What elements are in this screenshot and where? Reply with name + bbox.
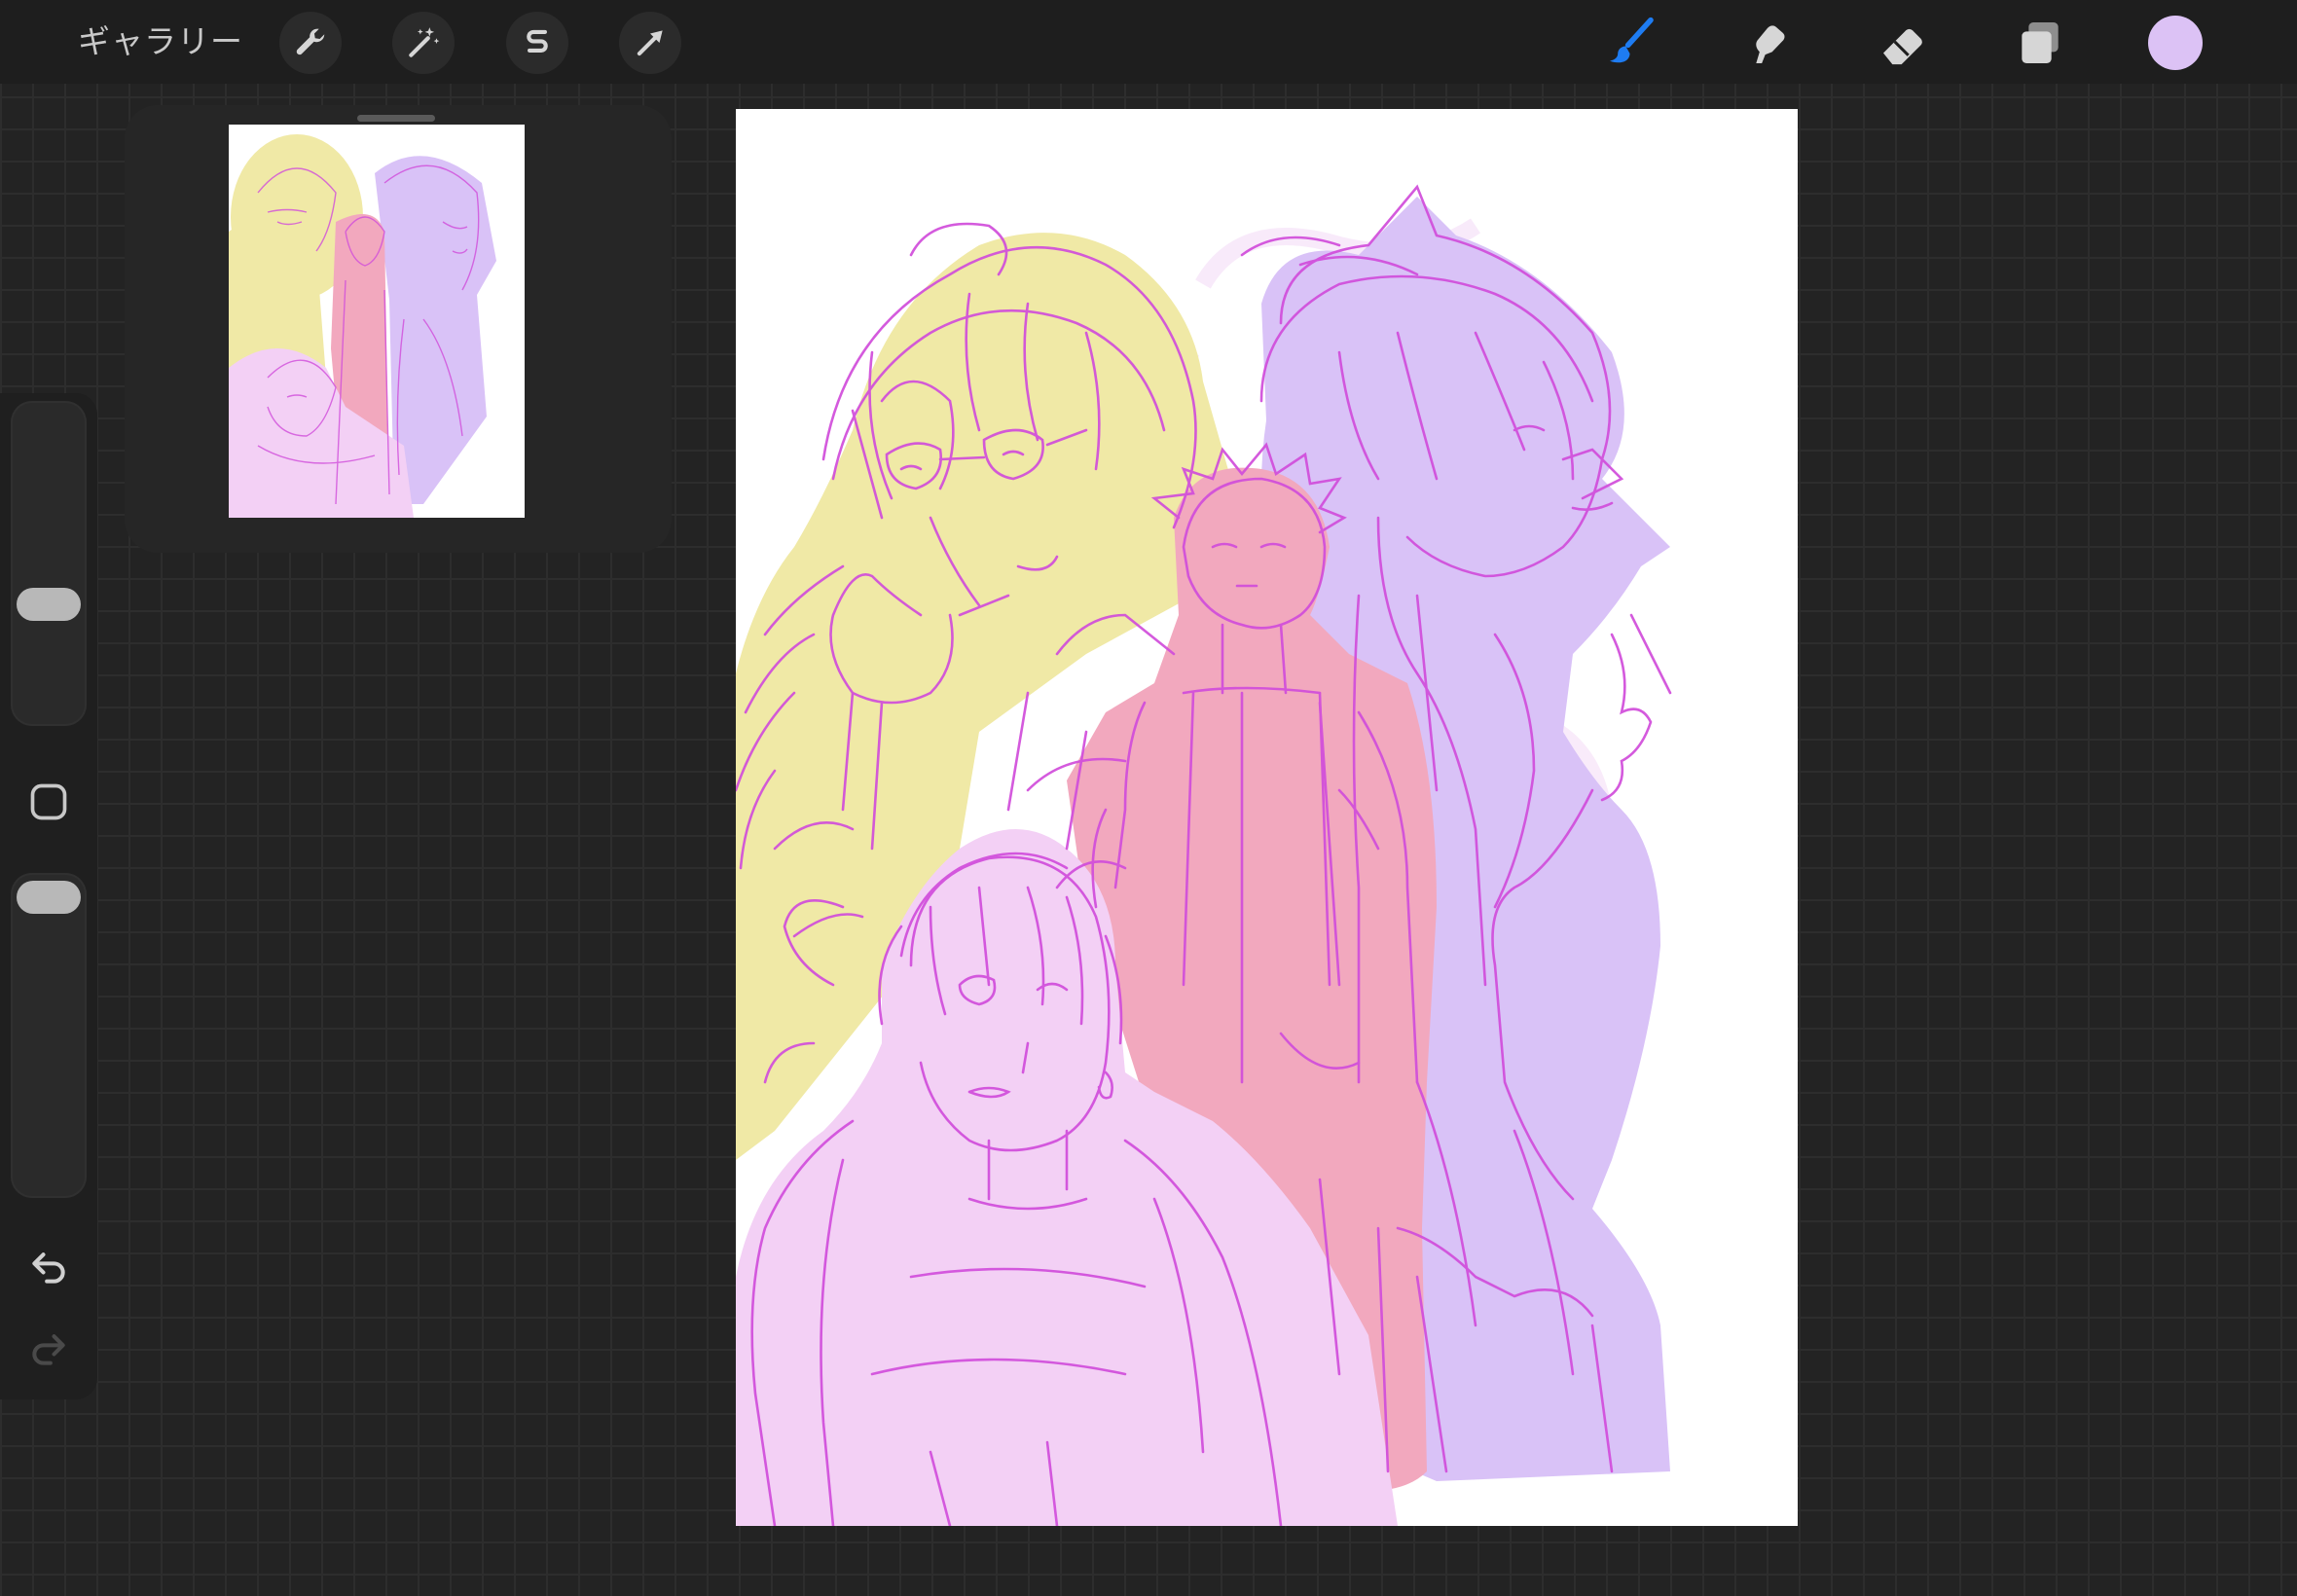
- wrench-icon[interactable]: [279, 12, 342, 74]
- brush-size-knob[interactable]: [17, 588, 81, 621]
- opacity-knob[interactable]: [17, 881, 81, 914]
- left-sidebar: [0, 393, 97, 1399]
- arrow-cursor-icon[interactable]: [619, 12, 681, 74]
- top-toolbar: ギャラリー: [0, 0, 2297, 84]
- brush-size-slider[interactable]: [11, 401, 87, 726]
- color-picker-swatch[interactable]: [2148, 16, 2203, 70]
- magic-wand-icon[interactable]: [392, 12, 455, 74]
- eraser-icon[interactable]: [1875, 14, 1933, 72]
- square-outline-icon[interactable]: [27, 780, 70, 823]
- opacity-slider[interactable]: [11, 873, 87, 1198]
- layers-icon[interactable]: [2011, 14, 2069, 72]
- drawing-canvas[interactable]: [736, 109, 1798, 1526]
- undo-icon[interactable]: [24, 1243, 73, 1291]
- drag-handle-icon[interactable]: [357, 115, 435, 122]
- gallery-button[interactable]: ギャラリー: [78, 19, 243, 64]
- reference-thumbnail: [229, 125, 525, 518]
- selection-s-icon[interactable]: [506, 12, 568, 74]
- smudge-finger-icon[interactable]: [1738, 14, 1797, 72]
- redo-icon[interactable]: [24, 1324, 73, 1373]
- brush-icon[interactable]: [1601, 14, 1659, 72]
- reference-window[interactable]: [125, 105, 672, 553]
